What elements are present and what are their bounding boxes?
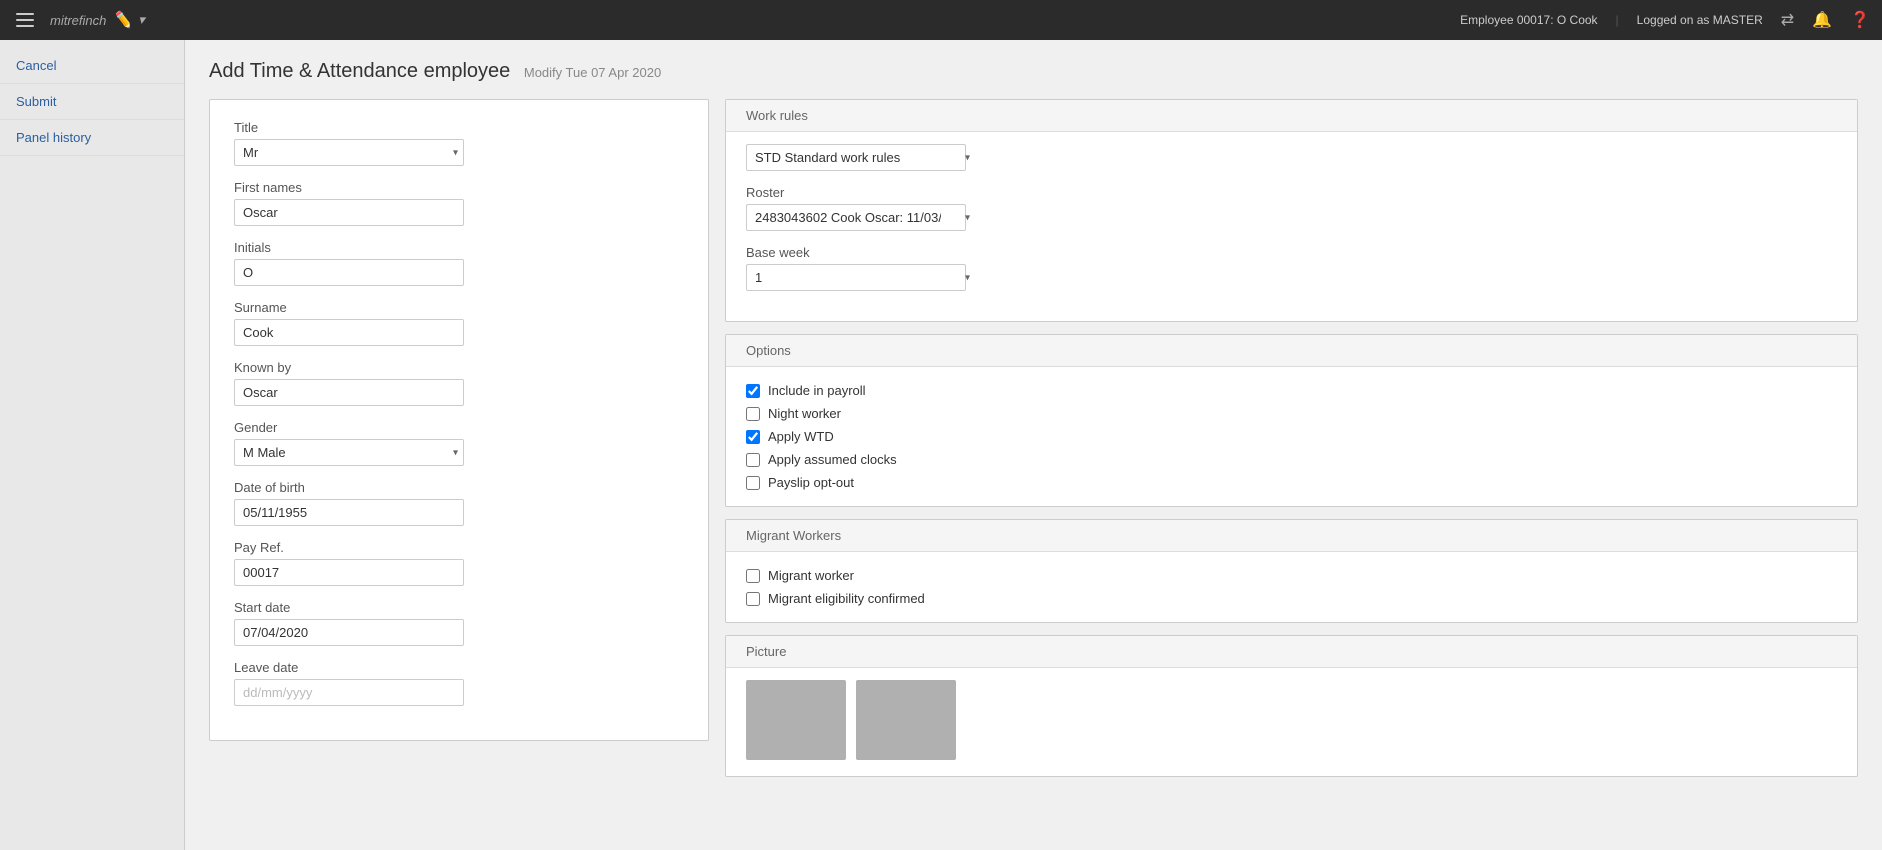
title-select[interactable]: Mr	[234, 139, 464, 166]
picture-title: Picture	[726, 636, 1857, 668]
migrant-worker-item[interactable]: Migrant worker	[746, 568, 1837, 583]
work-rules-select-wrap: STD Standard work rules ▾	[746, 144, 976, 171]
options-panel: Options Include in payroll Night worker	[725, 334, 1858, 507]
migrant-eligibility-checkbox[interactable]	[746, 592, 760, 606]
known-by-group: Known by	[234, 360, 684, 406]
roster-select[interactable]: 2483043602 Cook Oscar: 11/03/201	[746, 204, 966, 231]
picture-preview-1	[746, 680, 846, 760]
base-week-label: Base week	[746, 245, 1837, 260]
initials-group: Initials	[234, 240, 684, 286]
start-date-group: Start date	[234, 600, 684, 646]
surname-input[interactable]	[234, 319, 464, 346]
surname-label: Surname	[234, 300, 684, 315]
picture-panel: Picture	[725, 635, 1858, 777]
pay-ref-group: Pay Ref.	[234, 540, 684, 586]
main-layout: Cancel Submit Panel history Add Time & A…	[0, 40, 1882, 850]
dob-input[interactable]	[234, 499, 464, 526]
page-title: Add Time & Attendance employee Modify Tu…	[209, 60, 1858, 83]
first-names-label: First names	[234, 180, 684, 195]
start-date-input[interactable]	[234, 619, 464, 646]
option-include-payroll[interactable]: Include in payroll	[746, 383, 1837, 398]
pay-ref-input[interactable]	[234, 559, 464, 586]
title-label: Title	[234, 120, 684, 135]
title-group: Title Mr ▾	[234, 120, 684, 166]
leave-date-label: Leave date	[234, 660, 684, 675]
topnav-right: Employee 00017: O Cook | Logged on as MA…	[1460, 10, 1870, 30]
options-checkbox-group: Include in payroll Night worker Apply WT…	[746, 379, 1837, 490]
employee-form-panel: Title Mr ▾ First names Initials	[209, 99, 709, 741]
base-week-select-wrap: 1 ▾	[746, 264, 976, 291]
main-content: Add Time & Attendance employee Modify Tu…	[185, 40, 1882, 850]
work-rules-group: STD Standard work rules ▾	[746, 144, 1837, 171]
migrant-eligibility-item[interactable]: Migrant eligibility confirmed	[746, 591, 1837, 606]
gender-group: Gender M Male ▾	[234, 420, 684, 466]
initials-input[interactable]	[234, 259, 464, 286]
roster-select-wrap: 2483043602 Cook Oscar: 11/03/201 ▾	[746, 204, 976, 231]
option-apply-assumed-checkbox[interactable]	[746, 453, 760, 467]
option-night-worker-checkbox[interactable]	[746, 407, 760, 421]
sidebar-item-submit[interactable]: Submit	[0, 84, 184, 120]
title-select-wrap: Mr ▾	[234, 139, 464, 166]
option-apply-wtd[interactable]: Apply WTD	[746, 429, 1837, 444]
option-apply-wtd-checkbox[interactable]	[746, 430, 760, 444]
option-payslip-opt-out[interactable]: Payslip opt-out	[746, 475, 1837, 490]
start-date-label: Start date	[234, 600, 684, 615]
sidebar-item-cancel[interactable]: Cancel	[0, 48, 184, 84]
leave-date-group: Leave date	[234, 660, 684, 706]
page-subtitle: Modify Tue 07 Apr 2020	[524, 65, 661, 80]
roster-label: Roster	[746, 185, 1837, 200]
known-by-input[interactable]	[234, 379, 464, 406]
hamburger-menu[interactable]	[12, 9, 38, 31]
pay-ref-label: Pay Ref.	[234, 540, 684, 555]
sidebar-item-panel-history[interactable]: Panel history	[0, 120, 184, 156]
base-week-select[interactable]: 1	[746, 264, 966, 291]
work-rules-select[interactable]: STD Standard work rules	[746, 144, 966, 171]
option-apply-assumed[interactable]: Apply assumed clocks	[746, 452, 1837, 467]
dob-label: Date of birth	[234, 480, 684, 495]
option-night-worker[interactable]: Night worker	[746, 406, 1837, 421]
logged-on-info: Logged on as MASTER	[1637, 13, 1763, 27]
surname-group: Surname	[234, 300, 684, 346]
leave-date-input[interactable]	[234, 679, 464, 706]
brand-caret[interactable]: ▾	[138, 12, 145, 28]
migrant-workers-title: Migrant Workers	[726, 520, 1857, 552]
first-names-input[interactable]	[234, 199, 464, 226]
help-icon[interactable]: ❓	[1850, 10, 1870, 30]
picture-previews	[746, 680, 1837, 760]
migrant-worker-checkbox[interactable]	[746, 569, 760, 583]
transfer-icon[interactable]: ⇄	[1781, 10, 1794, 30]
option-payslip-opt-out-checkbox[interactable]	[746, 476, 760, 490]
right-panel: Work rules STD Standard work rules ▾ Ros…	[725, 99, 1858, 777]
dob-group: Date of birth	[234, 480, 684, 526]
first-names-group: First names	[234, 180, 684, 226]
roster-group: Roster 2483043602 Cook Oscar: 11/03/201 …	[746, 185, 1837, 231]
gender-select-wrap: M Male ▾	[234, 439, 464, 466]
top-navigation: mitrefinch ✏️ ▾ Employee 00017: O Cook |…	[0, 0, 1882, 40]
options-title: Options	[726, 335, 1857, 367]
known-by-label: Known by	[234, 360, 684, 375]
employee-info: Employee 00017: O Cook	[1460, 13, 1597, 27]
brand-name: mitrefinch	[50, 13, 106, 28]
picture-preview-2	[856, 680, 956, 760]
gender-select[interactable]: M Male	[234, 439, 464, 466]
work-rules-panel: Work rules STD Standard work rules ▾ Ros…	[725, 99, 1858, 322]
migrant-workers-panel: Migrant Workers Migrant worker Migrant e…	[725, 519, 1858, 623]
work-rules-title: Work rules	[726, 100, 1857, 132]
sidebar: Cancel Submit Panel history	[0, 40, 185, 850]
base-week-group: Base week 1 ▾	[746, 245, 1837, 291]
migrant-workers-checkbox-group: Migrant worker Migrant eligibility confi…	[746, 564, 1837, 606]
brand-logo: mitrefinch ✏️ ▾	[50, 10, 1448, 30]
gender-label: Gender	[234, 420, 684, 435]
initials-label: Initials	[234, 240, 684, 255]
option-include-payroll-checkbox[interactable]	[746, 384, 760, 398]
content-area: Title Mr ▾ First names Initials	[209, 99, 1858, 777]
notification-icon[interactable]: 🔔	[1812, 10, 1832, 30]
